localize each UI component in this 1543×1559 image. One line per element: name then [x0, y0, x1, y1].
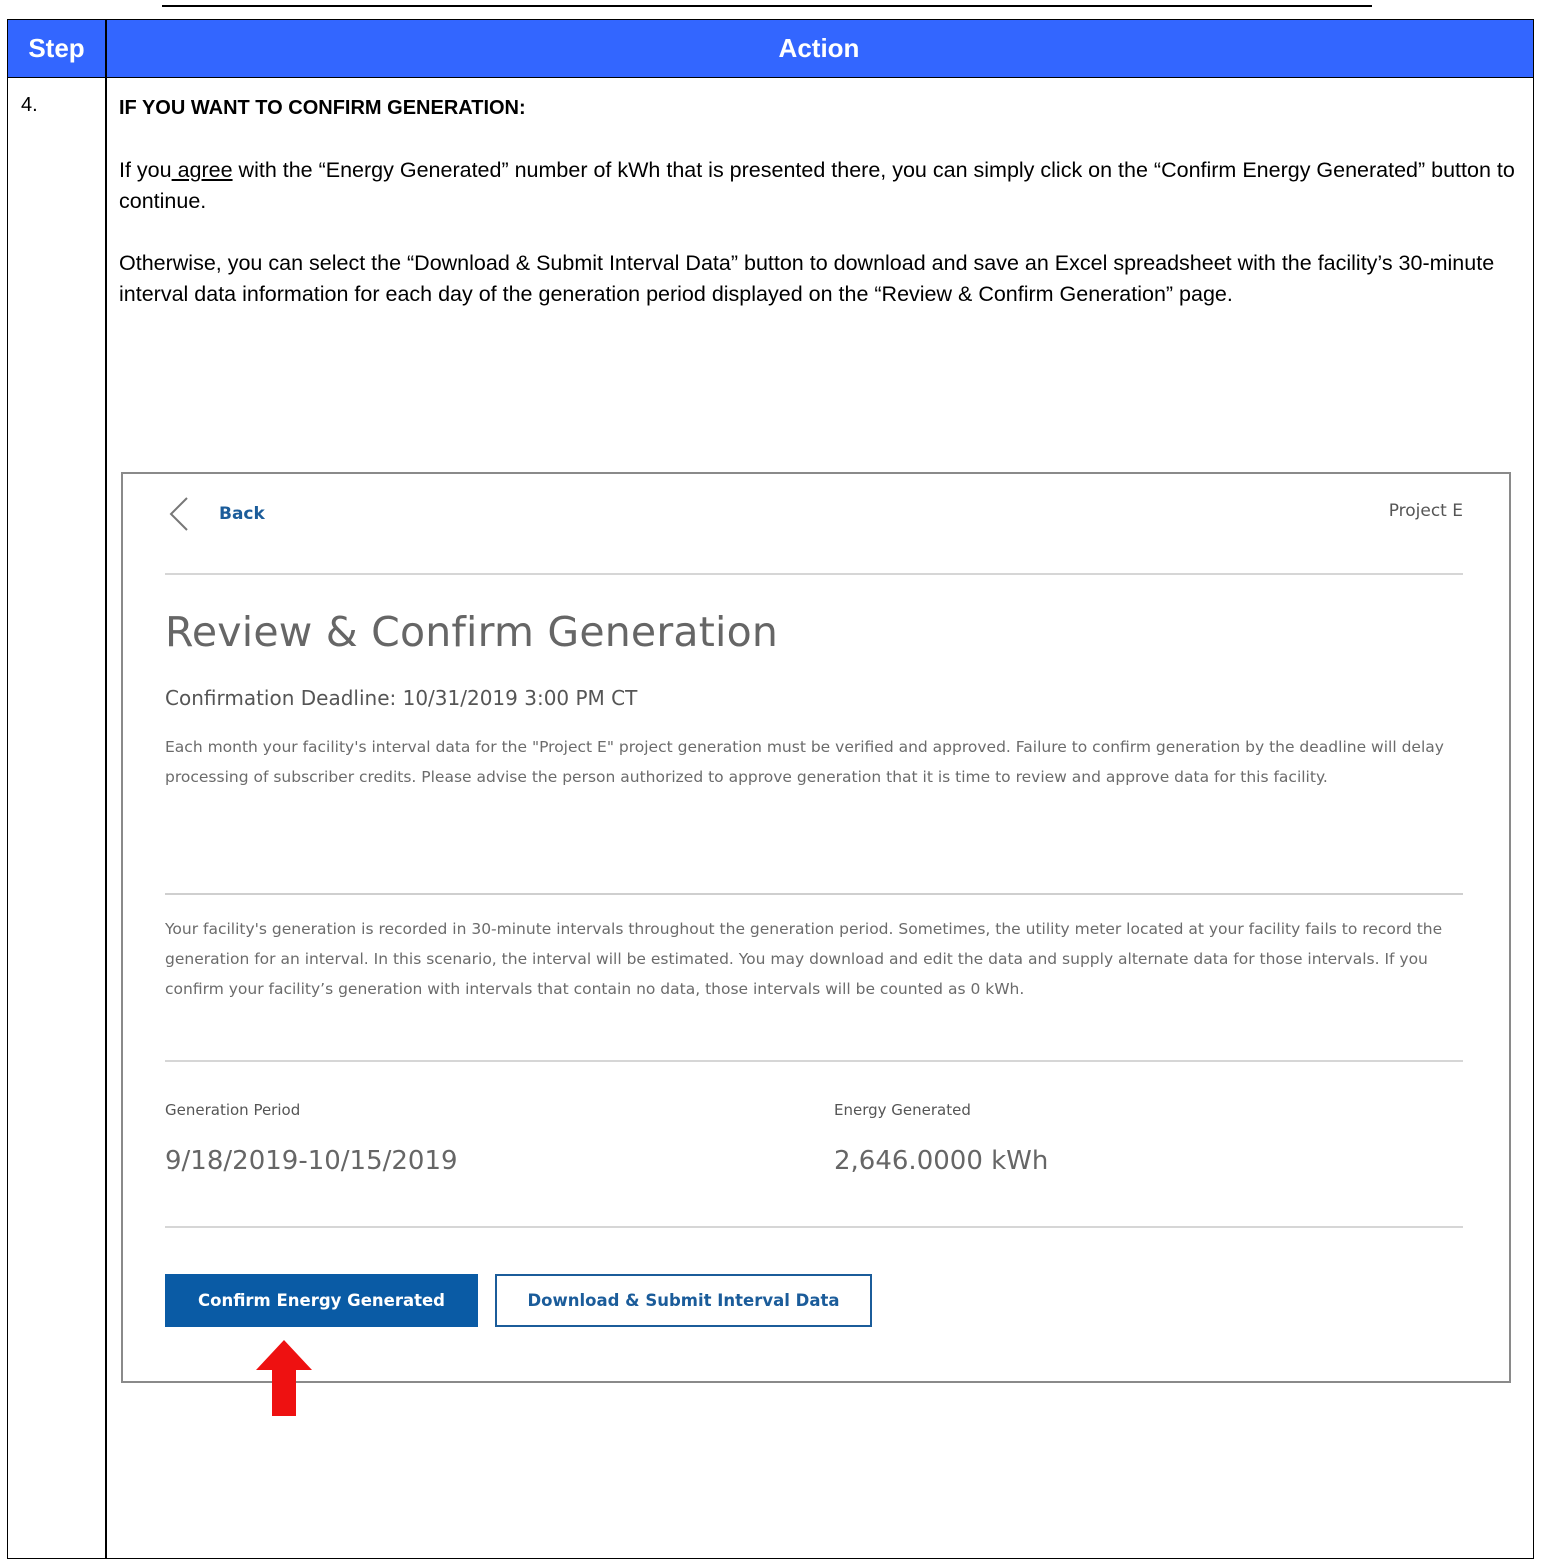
info-paragraph-2: Your facility's generation is recorded i…	[165, 920, 1443, 998]
p1-end: with the “Energy Generated” number of kW…	[119, 158, 1515, 213]
agree-emphasis: agree	[171, 158, 233, 182]
energy-generated-value: 2,646.0000 kWh	[834, 1146, 1049, 1176]
embedded-screenshot: Back Project E Review & Confirm Generati…	[121, 472, 1511, 1383]
table-header: Step Action	[8, 20, 1533, 78]
column-divider	[105, 20, 107, 1558]
chevron-left-icon[interactable]	[167, 496, 193, 532]
divider	[165, 893, 1463, 895]
top-rule	[162, 5, 1372, 7]
header-step: Step	[28, 33, 85, 63]
back-label[interactable]: Back	[219, 504, 265, 524]
p1-start: If you	[119, 158, 172, 182]
energy-generated-label: Energy Generated	[834, 1101, 971, 1119]
confirmation-deadline: Confirmation Deadline: 10/31/2019 3:00 P…	[165, 686, 638, 710]
generation-period-label: Generation Period	[165, 1101, 301, 1119]
step-number: 4.	[21, 94, 38, 116]
info-paragraph-1: Each month your facility's interval data…	[165, 738, 1444, 786]
download-submit-button[interactable]: Download & Submit Interval Data	[495, 1274, 872, 1327]
step-paragraph-2: Otherwise, you can select the “Download …	[119, 251, 1495, 306]
divider	[165, 1060, 1463, 1062]
confirm-energy-button[interactable]: Confirm Energy Generated	[165, 1274, 478, 1327]
generation-period-value: 9/18/2019-10/15/2019	[165, 1146, 458, 1176]
page-title: Review & Confirm Generation	[165, 608, 779, 656]
divider	[165, 573, 1463, 575]
divider	[165, 1226, 1463, 1228]
back-link[interactable]: Back	[167, 496, 265, 532]
header-action: Action	[778, 33, 860, 63]
step-heading: IF YOU WANT TO CONFIRM GENERATION:	[119, 97, 526, 119]
project-label: Project E	[1388, 501, 1463, 521]
action-cell: IF YOU WANT TO CONFIRM GENERATION: If yo…	[119, 90, 1519, 341]
red-up-arrow-icon	[256, 1340, 312, 1416]
step-paragraph-1: If you agree with the “Energy Generated”…	[119, 155, 1519, 217]
